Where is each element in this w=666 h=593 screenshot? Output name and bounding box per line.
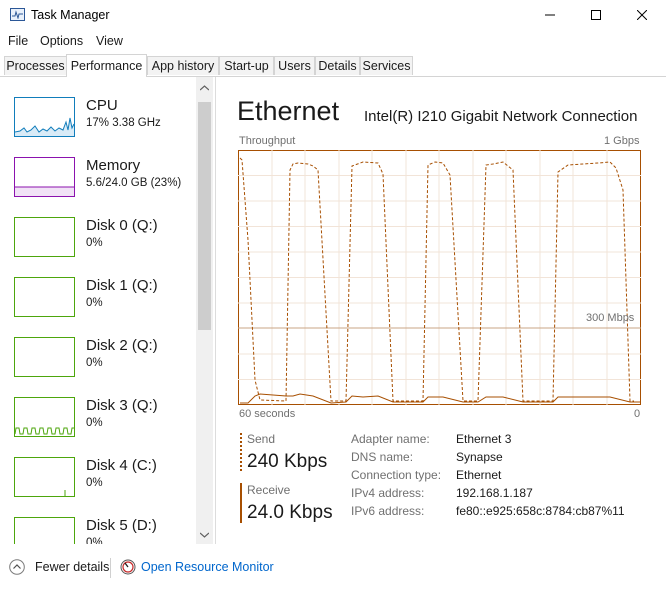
adapter-description: Intel(R) I210 Gigabit Network Connection [364, 108, 638, 125]
footer-divider [110, 558, 111, 578]
tab-startup[interactable]: Start-up [219, 56, 274, 75]
throughput-label: Throughput [239, 135, 296, 147]
fewer-details-button[interactable] [9, 559, 25, 575]
resource-list: CPU 17% 3.38 GHz Memory 5.6/24.0 GB (23%… [0, 77, 216, 544]
ipv6-value: fe80::e925:658c:8784:cb87%11 [456, 504, 625, 518]
resource-memory[interactable]: Memory 5.6/24.0 GB (23%) [0, 149, 196, 207]
resource-value: 0% [86, 417, 103, 429]
memory-mini-graph [14, 157, 75, 197]
resource-value: 17% 3.38 GHz [86, 117, 161, 129]
tab-performance[interactable]: Performance [66, 54, 147, 77]
maximize-icon [591, 10, 601, 20]
task-manager-icon [10, 8, 25, 21]
menu-view[interactable]: View [96, 34, 123, 48]
disk-0-mini-graph [14, 217, 75, 257]
resource-name: Disk 4 (C:) [86, 457, 157, 474]
receive-indicator [240, 483, 242, 523]
maximize-button[interactable] [573, 0, 619, 30]
resource-name: Disk 2 (Q:) [86, 337, 158, 354]
resource-name: Disk 5 (D:) [86, 517, 157, 534]
send-value: 240 Kbps [247, 451, 328, 472]
max-throughput-label: 1 Gbps [604, 135, 640, 147]
adapter-name-key: Adapter name: [351, 432, 430, 446]
cpu-mini-graph [14, 97, 75, 137]
resource-disk-2[interactable]: Disk 2 (Q:) 0% [0, 329, 196, 387]
minimize-button[interactable] [527, 0, 573, 30]
resource-disk-1[interactable]: Disk 1 (Q:) 0% [0, 269, 196, 327]
resource-name: CPU [86, 97, 118, 114]
tab-strip: Processes Performance App history Start-… [0, 54, 666, 77]
page-title: Ethernet [237, 96, 340, 126]
resource-name: Disk 1 (Q:) [86, 277, 158, 294]
minimize-icon [545, 14, 555, 16]
connection-type-key: Connection type: [351, 468, 442, 482]
resource-value: 0% [86, 477, 103, 489]
title-bar: Task Manager [0, 0, 666, 30]
connection-type-value: Ethernet [456, 468, 502, 482]
fewer-details-link[interactable]: Fewer details [35, 560, 109, 574]
resource-value: 5.6/24.0 GB (23%) [86, 177, 182, 189]
resource-monitor-icon[interactable] [120, 559, 136, 575]
resource-disk-5[interactable]: Disk 5 (D:) 0% [0, 509, 196, 544]
disk-4-mini-graph [14, 457, 75, 497]
receive-label: Receive [247, 483, 291, 497]
open-resource-monitor-link[interactable]: Open Resource Monitor [141, 560, 274, 574]
receive-value: 24.0 Kbps [247, 502, 333, 523]
tab-users[interactable]: Users [274, 56, 315, 75]
resource-name: Disk 3 (Q:) [86, 397, 158, 414]
window-title: Task Manager [31, 8, 110, 22]
ipv4-key: IPv4 address: [351, 486, 425, 500]
resource-disk-4[interactable]: Disk 4 (C:) 0% [0, 449, 196, 507]
menu-options[interactable]: Options [40, 34, 83, 48]
menu-bar: File Options View [0, 31, 666, 51]
resource-value: 0% [86, 297, 103, 309]
tab-details[interactable]: Details [315, 56, 360, 75]
resource-value: 0% [86, 357, 103, 369]
send-indicator [240, 433, 242, 471]
tab-app-history[interactable]: App history [147, 56, 219, 75]
resource-list-scrollbar[interactable] [196, 77, 213, 544]
scroll-thumb[interactable] [198, 102, 211, 330]
time-span-label: 60 seconds [239, 408, 296, 420]
ipv6-key: IPv6 address: [351, 504, 425, 518]
resource-name: Disk 0 (Q:) [86, 217, 158, 234]
mid-scale-label: 300 Mbps [586, 312, 635, 324]
tab-services[interactable]: Services [360, 56, 413, 75]
resource-value: 0% [86, 537, 103, 544]
dns-name-key: DNS name: [351, 450, 414, 464]
menu-file[interactable]: File [8, 34, 28, 48]
dns-name-value: Synapse [456, 450, 503, 464]
close-icon [637, 10, 647, 20]
zero-label: 0 [634, 408, 641, 420]
resource-disk-3[interactable]: Disk 3 (Q:) 0% [0, 389, 196, 447]
chevron-up-circle-icon [9, 559, 25, 575]
resource-cpu[interactable]: CPU 17% 3.38 GHz [0, 89, 196, 147]
throughput-graph [238, 150, 641, 410]
resource-disk-0[interactable]: Disk 0 (Q:) 0% [0, 209, 196, 267]
disk-2-mini-graph [14, 337, 75, 377]
tab-processes[interactable]: Processes [4, 56, 67, 75]
scroll-down-icon[interactable] [200, 532, 209, 538]
disk-3-mini-graph [14, 397, 75, 437]
resource-value: 0% [86, 237, 103, 249]
send-label: Send [247, 432, 276, 446]
resource-name: Memory [86, 157, 141, 174]
footer-bar: Fewer details Open Resource Monitor [0, 554, 666, 583]
scroll-up-icon[interactable] [200, 85, 209, 91]
close-button[interactable] [619, 0, 665, 30]
disk-5-mini-graph [14, 517, 75, 544]
adapter-name-value: Ethernet 3 [456, 432, 512, 446]
ipv4-value: 192.168.1.187 [456, 486, 533, 500]
disk-1-mini-graph [14, 277, 75, 317]
